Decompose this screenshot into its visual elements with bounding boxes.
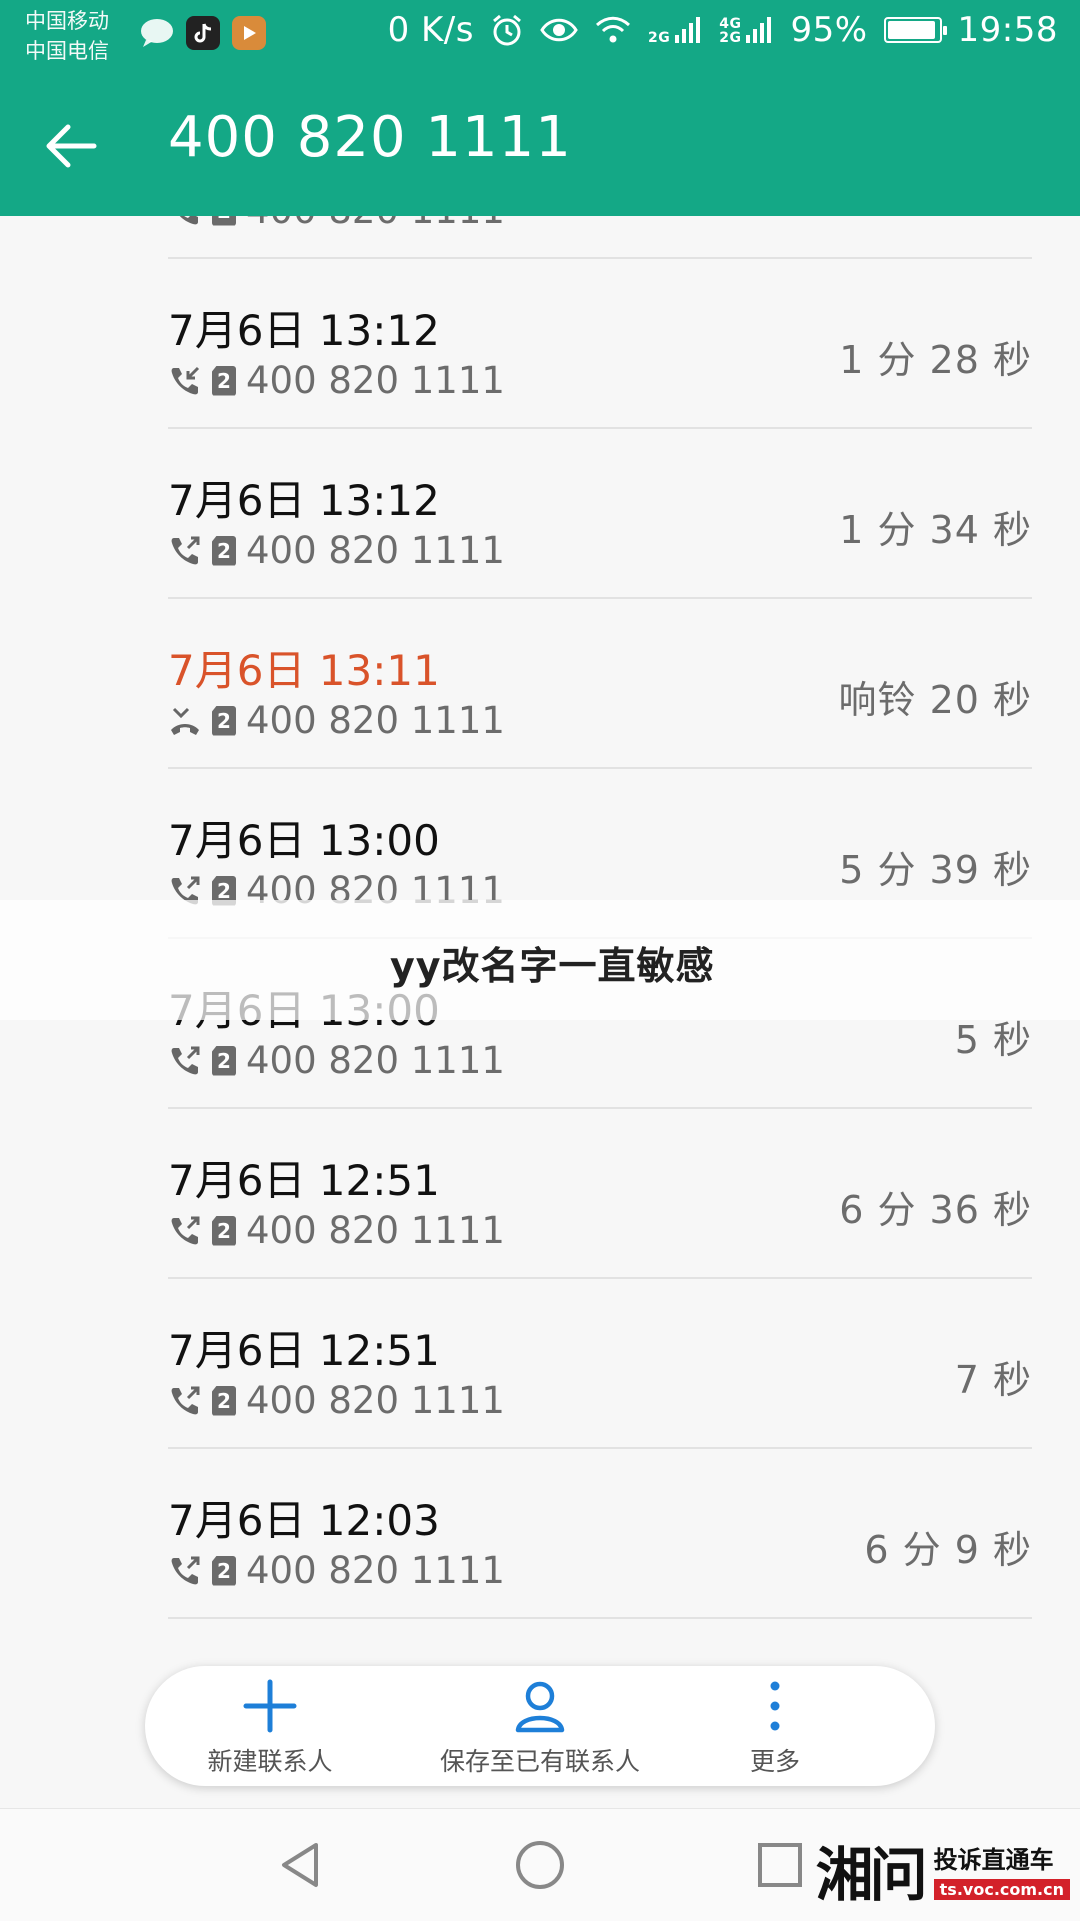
clock: 19:58 <box>957 10 1058 50</box>
sim-card-icon: 2 <box>212 535 236 566</box>
notification-icons <box>140 16 266 50</box>
status-right: 0 K/s 2G 4G 2G 95% 19:58 <box>388 10 1058 50</box>
call-details: 2 400 820 1111 <box>168 529 505 572</box>
call-time: 7月6日 13:11 <box>168 646 440 695</box>
call-log-row[interactable]: 7月6日 12:51 2 400 820 1111 6 分 36 秒 <box>168 1109 1032 1279</box>
call-log-row[interactable]: 2400 820 11114 分 14 秒 <box>168 216 1032 259</box>
call-duration: 6 分 9 秒 <box>864 1528 1032 1572</box>
nav-back-icon[interactable] <box>272 1837 328 1893</box>
sim-card-icon: 2 <box>212 705 236 736</box>
top-bar: 中国移动 中国电信 0 K/s 2G 4G 2G 95% 19:58 400 8… <box>0 0 1080 216</box>
call-number: 400 820 1111 <box>246 1209 505 1252</box>
call-number: 400 820 1111 <box>246 699 505 742</box>
sim-card-icon: 2 <box>212 1555 236 1586</box>
back-arrow-icon[interactable] <box>40 115 102 177</box>
more-vert-icon <box>770 1681 780 1731</box>
nav-recents-icon[interactable] <box>752 1837 808 1893</box>
new-contact-button[interactable]: 新建联系人 <box>190 1676 350 1778</box>
call-details: 2 400 820 1111 <box>168 1209 505 1252</box>
incoming-call-icon <box>168 364 202 398</box>
tiktok-icon <box>186 16 220 50</box>
sim2-network-bottom: 2G <box>719 30 742 46</box>
sim-card-icon: 2 <box>212 216 236 226</box>
carrier-2: 中国电信 <box>25 39 109 63</box>
outgoing-call-icon <box>168 534 202 568</box>
call-duration: 5 分 39 秒 <box>839 848 1032 892</box>
call-details: 2 400 820 1111 <box>168 699 505 742</box>
call-log-row[interactable]: 7月6日 13:12 2 400 820 1111 1 分 34 秒 <box>168 429 1032 599</box>
watermark-text: yy改名字一直敏感 <box>390 944 715 988</box>
save-existing-contact-button[interactable]: 保存至已有联系人 <box>415 1676 665 1778</box>
wifi-icon <box>595 16 630 43</box>
sim2-network: 4G 2G <box>719 17 741 45</box>
sim2-network-top: 4G <box>719 16 742 32</box>
call-log-row[interactable]: 7月6日 12:03 2 400 820 1111 6 分 9 秒 <box>168 1449 1032 1619</box>
battery-icon <box>883 17 947 43</box>
more-label: 更多 <box>749 1747 800 1776</box>
sim-card-icon: 2 <box>212 365 236 396</box>
call-number: 400 820 1111 <box>246 529 505 572</box>
status-bar: 中国移动 中国电信 0 K/s 2G 4G 2G 95% 19:58 <box>0 0 1080 75</box>
outgoing-call-icon <box>168 1214 202 1248</box>
outgoing-call-icon <box>168 1044 202 1078</box>
call-log-row[interactable]: 7月6日 13:11 2 400 820 1111 响铃 20 秒 <box>168 599 1032 769</box>
logo-text: 投诉直通车 ts.voc.com.cn <box>933 1840 1070 1900</box>
call-details: 2 400 820 1111 <box>168 359 505 402</box>
app-bar: 400 820 1111 <box>0 75 1080 216</box>
call-duration: 1 分 34 秒 <box>839 508 1032 552</box>
call-time: 7月6日 12:51 <box>168 1156 440 1205</box>
call-time: 7月6日 12:51 <box>168 1326 440 1375</box>
sim-card-icon: 2 <box>212 1215 236 1246</box>
call-details: 2 400 820 1111 <box>168 216 505 232</box>
call-log-row[interactable]: 7月6日 12:51 2 400 820 1111 7 秒 <box>168 1279 1032 1449</box>
call-duration: 6 分 36 秒 <box>839 1188 1032 1232</box>
battery-fill <box>887 21 936 39</box>
battery-percent: 95% <box>790 10 868 50</box>
message-icon <box>140 16 174 50</box>
video-app-icon <box>232 16 266 50</box>
call-details: 2 400 820 1111 <box>168 1549 505 1592</box>
call-time: 7月6日 12:03 <box>168 1496 440 1545</box>
call-number: 400 820 1111 <box>246 1379 505 1422</box>
call-number: 400 820 1111 <box>246 1039 505 1082</box>
alarm-icon <box>493 14 521 46</box>
signal-icon-2 <box>746 17 772 43</box>
sim-card-icon: 2 <box>212 1385 236 1416</box>
call-time: 7月6日 13:00 <box>168 816 440 865</box>
call-time: 7月6日 13:12 <box>168 306 440 355</box>
site-logo: 湘问 投诉直通车 ts.voc.com.cn <box>816 1828 1070 1912</box>
action-bar: 新建联系人 保存至已有联系人 更多 <box>145 1666 935 1786</box>
save-existing-label: 保存至已有联系人 <box>439 1747 640 1776</box>
new-contact-label: 新建联系人 <box>207 1747 333 1776</box>
call-number: 400 820 1111 <box>246 216 505 232</box>
nav-home-icon[interactable] <box>512 1837 568 1893</box>
call-log-row[interactable]: 7月6日 13:12 2 400 820 1111 1 分 28 秒 <box>168 259 1032 429</box>
signal-icon-1 <box>675 17 701 43</box>
call-duration: 7 秒 <box>954 1358 1032 1402</box>
sim-card-icon: 2 <box>212 1045 236 1076</box>
carriers: 中国移动 中国电信 <box>25 6 109 66</box>
call-duration: 1 分 28 秒 <box>839 338 1032 382</box>
call-details: 2 400 820 1111 <box>168 1379 505 1422</box>
logo-url: ts.voc.com.cn <box>933 1879 1070 1900</box>
call-time: 7月6日 13:12 <box>168 476 440 525</box>
incoming-call-icon <box>168 216 202 228</box>
sim1-network: 2G <box>647 30 671 46</box>
logo-mark: 湘问 <box>815 1841 928 1909</box>
call-duration: 响铃 20 秒 <box>838 678 1032 722</box>
person-icon <box>515 1681 565 1733</box>
plus-icon <box>243 1679 297 1733</box>
outgoing-call-icon <box>168 1554 202 1588</box>
logo-name: 投诉直通车 <box>933 1846 1054 1874</box>
page-title: 400 820 1111 <box>168 105 572 170</box>
eye-icon <box>540 18 578 42</box>
carrier-1: 中国移动 <box>25 9 109 33</box>
call-details: 2 400 820 1111 <box>168 1039 505 1082</box>
outgoing-call-icon <box>168 1384 202 1418</box>
missed-call-icon <box>168 704 202 738</box>
net-speed: 0 K/s <box>387 10 474 50</box>
more-button[interactable]: 更多 <box>710 1676 840 1778</box>
call-number: 400 820 1111 <box>246 1549 505 1592</box>
call-number: 400 820 1111 <box>246 359 505 402</box>
